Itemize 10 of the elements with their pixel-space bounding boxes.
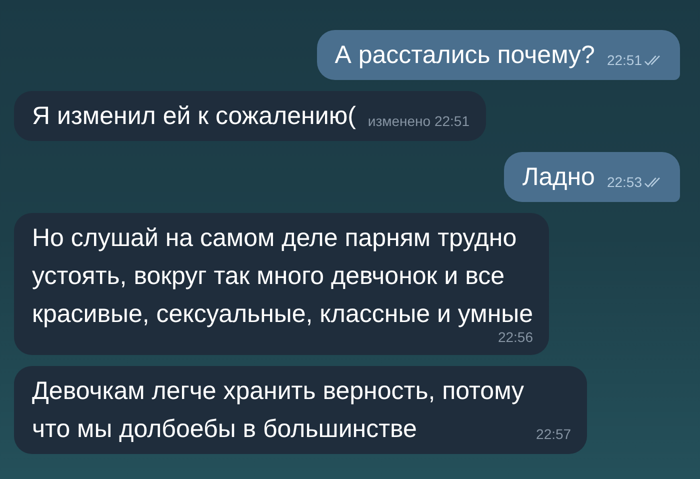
message-time: 22:57 [536,425,572,444]
message-time: 22:56 [498,328,534,347]
message-time: 22:53 [606,173,642,192]
message-text: Я изменил ей к сожалению( [32,101,356,132]
message-time: изменено 22:51 [368,112,470,131]
message-text: А расстались почему? [334,40,595,71]
message-text: Ладно [522,162,595,193]
message-text: Девочкам легче хранить верность, потому что мы долбоебы в большинстве [32,376,524,445]
message-time: 22:51 [606,51,642,70]
message-text: Но слушай на самом деле парням трудно устоять, вокруг так много девчонок и все красивые, сексуальные, классные и умные [32,223,534,330]
